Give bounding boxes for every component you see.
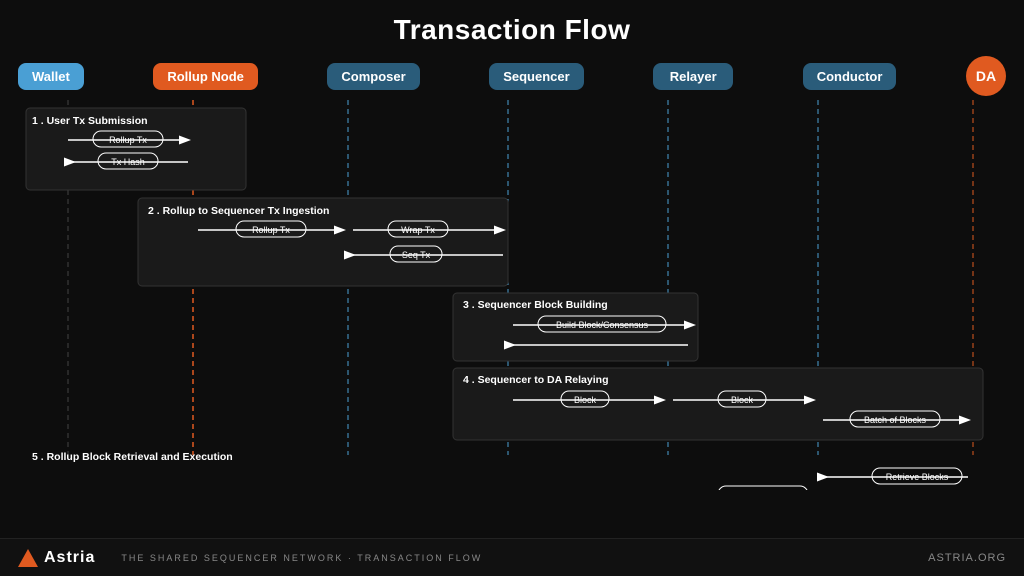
footer: Astria THE SHARED SEQUENCER NETWORK · TR…	[0, 538, 1024, 576]
footer-left: Astria THE SHARED SEQUENCER NETWORK · TR…	[18, 549, 482, 567]
component-da: DA	[966, 56, 1006, 96]
svg-text:Batch of Blocks: Batch of Blocks	[864, 415, 927, 425]
svg-text:Rollup Tx: Rollup Tx	[252, 225, 290, 235]
svg-text:2 . Rollup to Sequencer Tx In: 2 . Rollup to Sequencer Tx Ingestion	[148, 205, 329, 217]
component-conductor: Conductor	[803, 63, 897, 90]
footer-brand: Astria	[44, 549, 95, 567]
rollup-label: Rollup Node	[153, 63, 258, 90]
svg-text:Rollup Tx: Rollup Tx	[109, 135, 147, 145]
page-title: Transaction Flow	[0, 0, 1024, 46]
conductor-label: Conductor	[803, 63, 897, 90]
header-row: Wallet Rollup Node Composer Sequencer Re…	[0, 46, 1024, 100]
svg-text:3 . Sequencer Block Building: 3 . Sequencer Block Building	[463, 299, 608, 311]
flow-diagram: 1 . User Tx Submission Rollup Tx Tx Hash…	[18, 100, 1006, 490]
svg-text:4 . Sequencer to DA Relaying: 4 . Sequencer to DA Relaying	[463, 374, 608, 386]
svg-text:Build Block/Consensus: Build Block/Consensus	[556, 320, 649, 330]
component-wallet: Wallet	[18, 63, 84, 90]
footer-subtitle: THE SHARED SEQUENCER NETWORK · TRANSACTI…	[121, 553, 482, 563]
svg-text:5 . Rollup Block Retrieval an: 5 . Rollup Block Retrieval and Execution	[32, 451, 233, 463]
page-wrapper: Transaction Flow Wallet Rollup Node Comp…	[0, 0, 1024, 576]
svg-text:Tx Hash: Tx Hash	[111, 157, 145, 167]
da-label: DA	[966, 56, 1006, 96]
svg-text:Block: Block	[574, 395, 597, 405]
component-composer: Composer	[327, 63, 419, 90]
relayer-label: Relayer	[653, 63, 733, 90]
svg-text:Retrieve Blocks: Retrieve Blocks	[886, 472, 949, 482]
component-relayer: Relayer	[653, 63, 733, 90]
svg-text:Seq Tx: Seq Tx	[402, 250, 431, 260]
svg-text:1 . User Tx Submission: 1 . User Tx Submission	[32, 115, 148, 127]
svg-text:Block: Block	[731, 395, 754, 405]
footer-logo: Astria	[18, 549, 95, 567]
component-rollup: Rollup Node	[153, 63, 258, 90]
sequencer-label: Sequencer	[489, 63, 583, 90]
logo-triangle-icon	[18, 549, 38, 567]
wallet-label: Wallet	[18, 63, 84, 90]
component-sequencer: Sequencer	[489, 63, 583, 90]
footer-url: ASTRIA.ORG	[928, 552, 1006, 564]
diagram-area: 1 . User Tx Submission Rollup Tx Tx Hash…	[18, 100, 1006, 490]
composer-label: Composer	[327, 63, 419, 90]
svg-text:Wrap Tx: Wrap Tx	[401, 225, 435, 235]
